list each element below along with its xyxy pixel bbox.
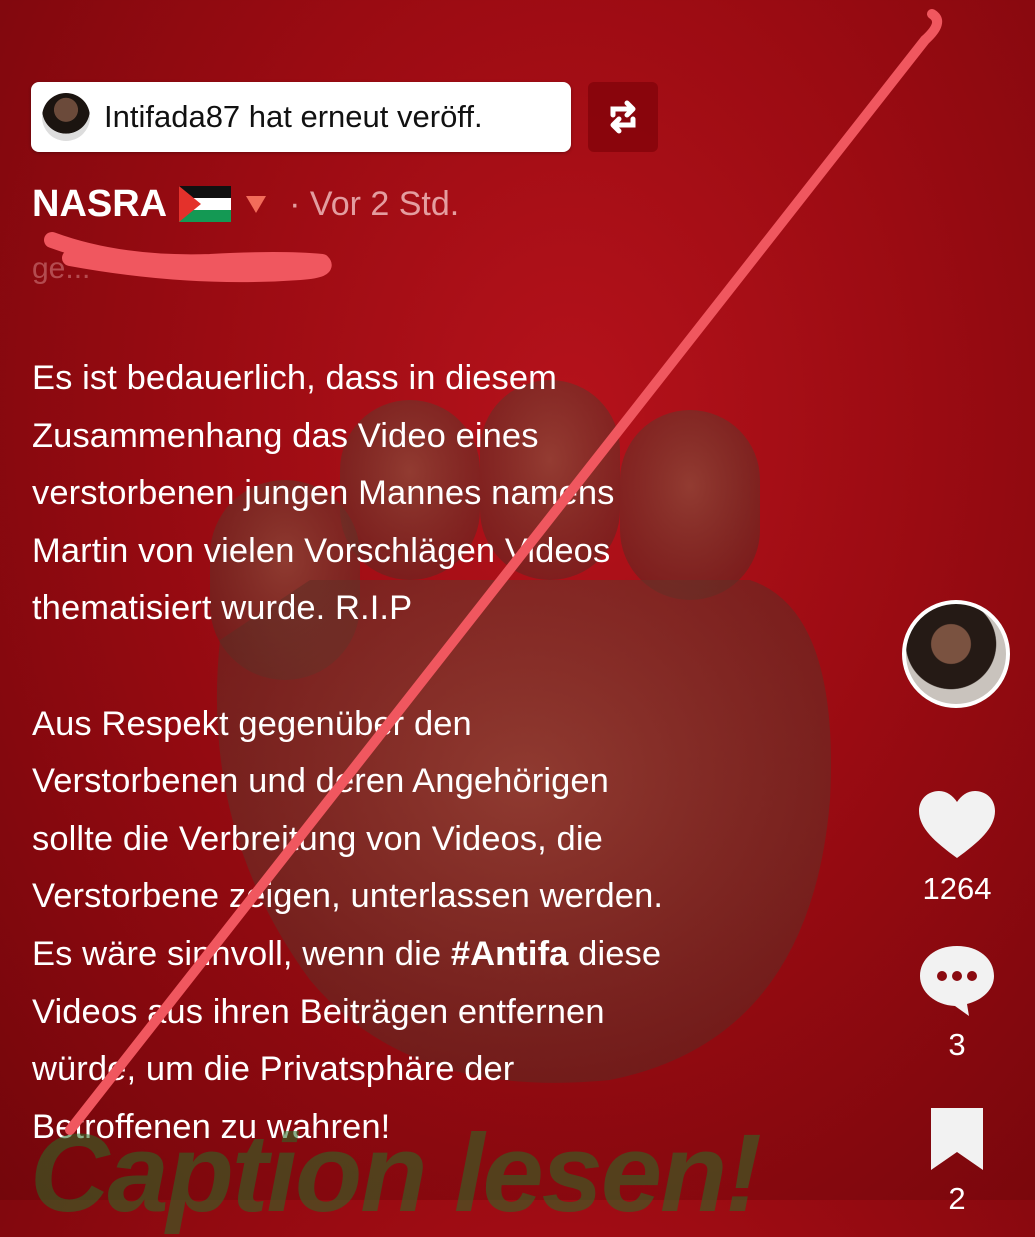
- heart-icon: [919, 791, 995, 858]
- caption-line: thematisiert wurde. R.I.P: [32, 589, 413, 628]
- comment-icon: [920, 946, 994, 1016]
- caption-line: sollte die Verbreitung von Videos, die: [32, 819, 603, 858]
- caption-line: Videos aus ihren Beiträgen entfernen: [32, 992, 605, 1031]
- repost-icon: [610, 100, 636, 134]
- faded-subtitle: ge...: [32, 252, 91, 285]
- repost-banner[interactable]: Intifada87 hat erneut veröff.: [31, 82, 571, 152]
- like-count: 1264: [922, 871, 992, 906]
- author-name[interactable]: NASRA: [32, 183, 167, 226]
- comment-count: 3: [948, 1027, 966, 1062]
- like-button[interactable]: 1264: [915, 788, 999, 907]
- caption-line: Zusammenhang das Video eines: [32, 416, 539, 455]
- caption-lesen-watermark: Caption lesen!: [30, 1112, 762, 1235]
- red-triangle-icon: [246, 196, 267, 213]
- caption-line: Verstorbene zeigen, unterlassen werden.: [32, 877, 664, 916]
- hashtag-link[interactable]: #Antifa: [451, 935, 569, 973]
- palestine-flag-icon: [179, 186, 232, 222]
- repost-text: Intifada87 hat erneut veröff.: [104, 99, 483, 134]
- post-header: NASRA · Vor 2 Std.: [32, 178, 459, 230]
- caption-text-segment: Es wäre sinnvoll, wenn die: [32, 934, 451, 973]
- caption-text: Es ist bedauerlich, dass in diesem Zusam…: [32, 350, 792, 1156]
- caption-line: verstorbenen jungen Mannes namens: [32, 474, 615, 513]
- underline-annotation: [44, 232, 332, 283]
- repost-button[interactable]: [588, 82, 658, 152]
- caption-text-segment: diese: [568, 934, 662, 973]
- caption-line-hashtag: Es wäre sinnvoll, wenn die #Antifa diese: [32, 926, 792, 984]
- bookmark-icon: [931, 1108, 983, 1170]
- caption-line: Verstorbenen und deren Angehörigen: [32, 762, 609, 801]
- comment-button[interactable]: 3: [915, 942, 999, 1063]
- reposter-avatar[interactable]: [42, 93, 90, 141]
- bookmark-count: 2: [948, 1181, 966, 1216]
- caption-line: Aus Respekt gegenüber den: [32, 704, 472, 743]
- creator-avatar[interactable]: [902, 600, 1010, 708]
- bookmark-button[interactable]: 2: [915, 1104, 999, 1217]
- caption-line: Martin von vielen Vorschlägen Videos: [32, 531, 611, 570]
- post-time: · Vor 2 Std.: [289, 184, 460, 223]
- caption-line: Es ist bedauerlich, dass in diesem: [32, 359, 557, 397]
- caption-line: würde, um die Privatsphäre der: [32, 1050, 515, 1089]
